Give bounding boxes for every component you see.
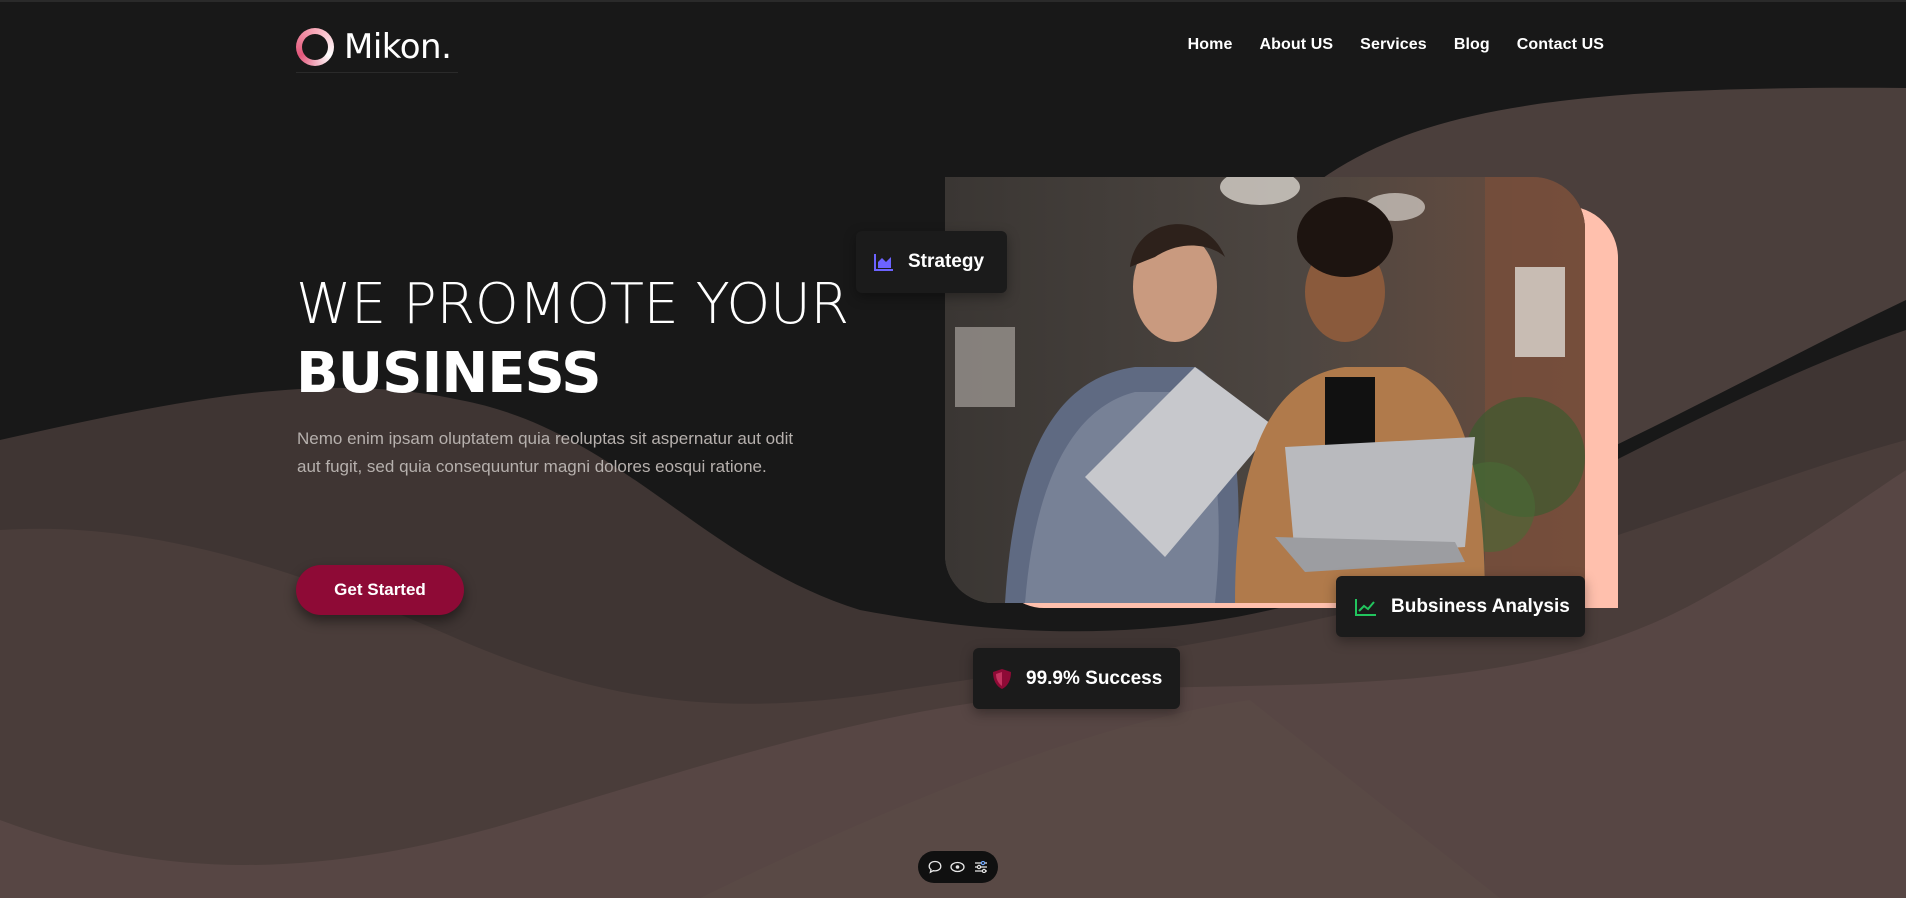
area-chart-icon	[874, 253, 894, 271]
hero-title-line2: BUSINESS	[296, 341, 602, 406]
floating-toolbar	[918, 851, 998, 883]
nav-contact-us[interactable]: Contact US	[1517, 36, 1604, 54]
hero-title-line1: WE PROMOTE YOUR	[296, 272, 849, 337]
shield-icon	[992, 668, 1012, 690]
success-badge: 99.9% Success	[973, 648, 1180, 709]
nav-about-us[interactable]: About US	[1259, 36, 1333, 54]
nav-home[interactable]: Home	[1188, 36, 1233, 54]
brand-logo[interactable]: Mikon.	[296, 22, 458, 73]
settings-sliders-icon[interactable]	[972, 858, 990, 876]
logo-ring-icon	[296, 28, 334, 66]
nav-blog[interactable]: Blog	[1454, 36, 1490, 54]
strategy-badge: Strategy	[856, 231, 1007, 293]
brand-name: Mikon.	[344, 27, 452, 67]
comment-icon[interactable]	[926, 858, 944, 876]
get-started-button[interactable]: Get Started	[296, 565, 464, 615]
business-analysis-label: Bubsiness Analysis	[1391, 595, 1570, 617]
top-border	[0, 0, 1906, 2]
hero-description: Nemo enim ipsam oluptatem quia reoluptas…	[297, 429, 794, 476]
main-nav: Home About US Services Blog Contact US	[1188, 36, 1604, 54]
line-chart-icon	[1355, 598, 1377, 616]
nav-services[interactable]: Services	[1360, 36, 1427, 54]
business-analysis-badge: Bubsiness Analysis	[1336, 576, 1585, 637]
strategy-label: Strategy	[908, 251, 985, 272]
eye-icon[interactable]	[949, 858, 967, 876]
success-label: 99.9% Success	[1026, 667, 1163, 689]
hero-photo	[945, 177, 1585, 603]
